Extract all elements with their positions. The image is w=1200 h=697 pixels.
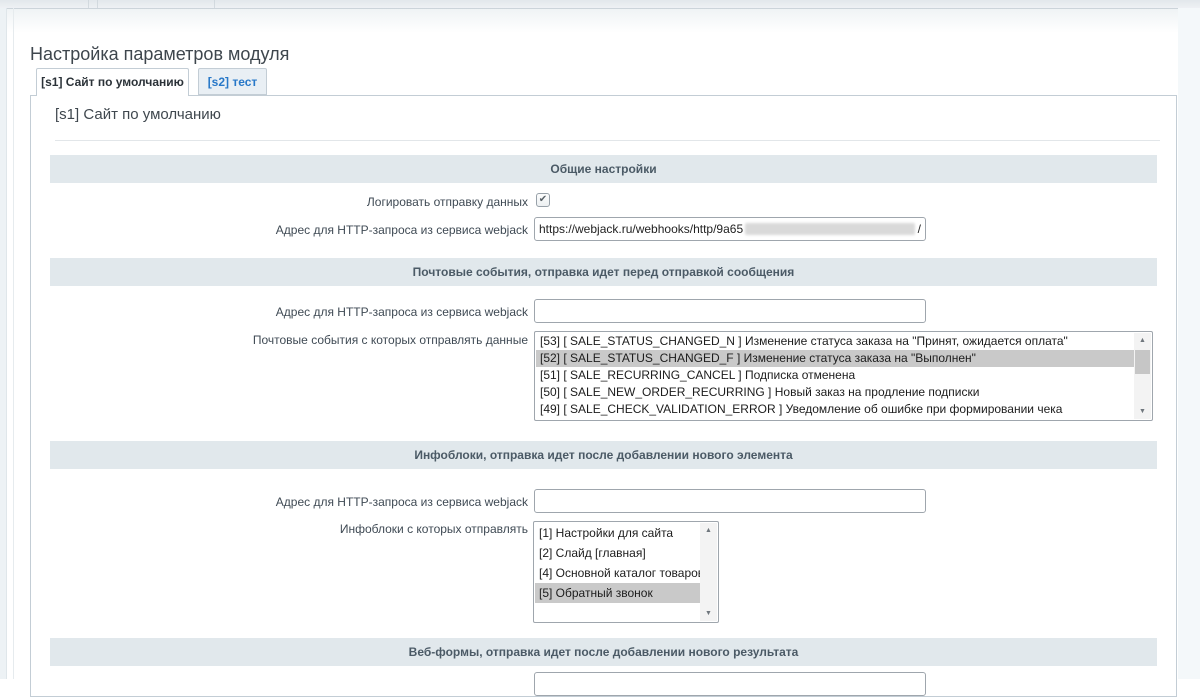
- infoblocks-listbox[interactable]: [1] Настройки для сайта [2] Слайд [главн…: [533, 521, 719, 623]
- page-title: Настройка параметров модуля: [30, 44, 289, 65]
- log-checkbox[interactable]: ✔: [536, 193, 550, 207]
- mail-event-option[interactable]: [50] [ SALE_NEW_ORDER_RECURRING ] Новый …: [536, 384, 1134, 401]
- section-header-infoblocks: Инфоблоки, отправка идет после добавлени…: [50, 441, 1157, 469]
- webhook-url-input-webforms[interactable]: [534, 672, 926, 696]
- right-margin-tint: [1178, 8, 1200, 679]
- section-header-general: Общие настройки: [50, 155, 1157, 183]
- mail-event-option-selected[interactable]: [52] [ SALE_STATUS_CHANGED_F ] Изменение…: [536, 350, 1134, 367]
- heading-divider: [55, 140, 1160, 141]
- redacted-token: [745, 223, 915, 235]
- panel-heading: [s1] Сайт по умолчанию: [55, 106, 221, 123]
- scroll-up-icon[interactable]: ▲: [1134, 333, 1151, 348]
- webhook-url-input-infoblocks[interactable]: [534, 489, 926, 513]
- mail-event-option[interactable]: [49] [ SALE_CHECK_VALIDATION_ERROR ] Уве…: [536, 401, 1134, 418]
- topbar-separator: [97, 0, 98, 8]
- infoblock-option[interactable]: [2] Слайд [главная]: [535, 543, 700, 563]
- section-header-mail-events: Почтовые события, отправка идет перед от…: [50, 258, 1157, 286]
- mail-event-option[interactable]: [53] [ SALE_STATUS_CHANGED_N ] Изменение…: [536, 333, 1134, 350]
- scroll-up-icon[interactable]: ▲: [700, 523, 717, 538]
- scrollbar[interactable]: ▲ ▼: [1134, 333, 1151, 419]
- left-edge-strip: [0, 8, 7, 679]
- scroll-down-icon[interactable]: ▼: [700, 606, 717, 621]
- webhook-url-suffix: /: [918, 222, 921, 236]
- top-gradient: [0, 9, 1200, 33]
- infoblock-option[interactable]: [1] Настройки для сайта: [535, 523, 700, 543]
- scrollbar-thumb[interactable]: [1135, 350, 1150, 374]
- tab-site-test[interactable]: [s2] тест: [198, 68, 267, 95]
- webhook-url-value: https://webjack.ru/webhooks/http/9a65: [539, 222, 743, 236]
- scroll-down-icon[interactable]: ▼: [1134, 404, 1151, 419]
- workarea-left-hairline: [13, 8, 14, 679]
- topbar-separator: [88, 0, 89, 8]
- infoblock-option-selected[interactable]: [5] Обратный звонок: [535, 583, 700, 603]
- webhook-url-label-mail: Адрес для HTTP-запроса из сервиса webjac…: [50, 305, 528, 319]
- webhook-url-label-general: Адрес для HTTP-запроса из сервиса webjac…: [50, 223, 528, 237]
- infoblocks-list-label: Инфоблоки с которых отправлять: [50, 522, 528, 536]
- mail-events-list-label: Почтовые события с которых отправлять да…: [50, 333, 528, 347]
- webhook-url-input-general[interactable]: https://webjack.ru/webhooks/http/9a65 /: [534, 217, 926, 241]
- section-header-webforms: Веб-формы, отправка идет после добавлени…: [50, 638, 1157, 666]
- check-icon: ✔: [537, 194, 549, 206]
- scrollbar[interactable]: ▲ ▼: [700, 523, 717, 621]
- mail-event-option[interactable]: [51] [ SALE_RECURRING_CANCEL ] Подписка …: [536, 367, 1134, 384]
- webhook-url-label-infoblocks: Адрес для HTTP-запроса из сервиса webjac…: [50, 495, 528, 509]
- webhook-url-input-mail[interactable]: [534, 299, 926, 323]
- log-checkbox-label: Логировать отправку данных: [50, 195, 528, 209]
- top-edge-bar: [0, 0, 1200, 9]
- mail-events-listbox[interactable]: [53] [ SALE_STATUS_CHANGED_N ] Изменение…: [534, 331, 1153, 421]
- infoblock-option[interactable]: [4] Основной каталог товаров: [535, 563, 700, 583]
- tab-site-default[interactable]: [s1] Сайт по умолчанию: [36, 68, 189, 96]
- topbar-separator: [214, 0, 215, 8]
